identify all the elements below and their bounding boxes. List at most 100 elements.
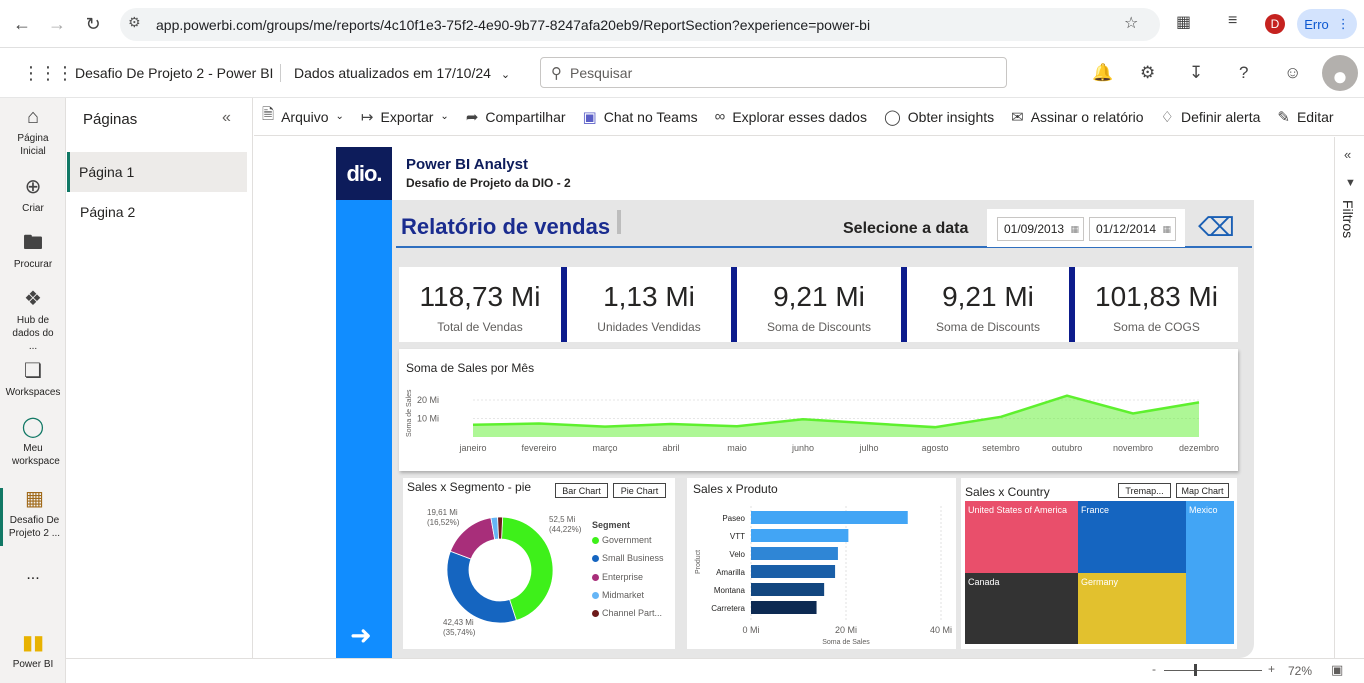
kpi-card: 9,21 Mi Soma de Discounts [737, 267, 907, 342]
set-alert-button[interactable]: ♢ Definir alerta [1161, 108, 1261, 126]
filter-funnel-icon: ▼ [1345, 177, 1356, 189]
sales-by-segment-card[interactable]: Sales x Segmento - pie Bar Chart Pie Cha… [403, 478, 675, 649]
power-bi-logo-icon: ▮▮ [21, 632, 44, 654]
rail-item-browse[interactable]: 🖿 Procurar [0, 232, 66, 271]
rail-item-my-workspace[interactable]: ◯ Meu workspace [0, 416, 66, 468]
filters-label[interactable]: Filtros [1340, 200, 1356, 238]
get-insights-button[interactable]: ◯ Obter insights [884, 108, 994, 126]
data-label: 42,43 Mi [443, 618, 474, 627]
treemap-button[interactable]: Tremap... [1118, 483, 1171, 498]
kpi-value: 101,83 Mi [1095, 281, 1218, 312]
chevron-down-icon: ⌄ [440, 111, 449, 122]
rail-item-report[interactable]: ▦ Desafio De Projeto 2 ... [0, 488, 66, 546]
start-date-input[interactable]: 01/09/2013 ▦ [997, 217, 1084, 241]
toolbar-label: Compartilhar [485, 108, 566, 125]
profile-avatar[interactable]: D [1265, 14, 1285, 34]
legend-item: Government [592, 535, 652, 545]
y-tick-label: VTT [730, 532, 745, 541]
report-name[interactable]: Desafio De Projeto 2 - Power BI [75, 65, 273, 81]
search-input[interactable]: ⚲ Pesquisar [540, 57, 1007, 88]
rail-item-create[interactable]: ⊕ Criar [0, 176, 66, 215]
rail-item-label: Hub de dados do ... [12, 315, 54, 352]
forward-icon[interactable]: → [43, 10, 71, 38]
rail-item-label: Procurar [13, 259, 53, 270]
data-label: 19,61 Mi [427, 508, 458, 517]
zoom-out-button[interactable]: - [1152, 662, 1156, 676]
treemap-tile-france[interactable]: France [1078, 501, 1186, 573]
site-settings-icon[interactable]: ⚙ [128, 14, 141, 31]
file-menu-button[interactable]: 🗎 Arquivo ⌄ [262, 104, 344, 129]
kpi-value: 9,21 Mi [942, 281, 1034, 312]
x-tick-label: março [592, 443, 617, 453]
expand-filters-icon[interactable]: « [1344, 147, 1351, 162]
x-tick-label: 40 Mi [930, 625, 952, 635]
reading-list-icon[interactable]: ≡ [1228, 12, 1237, 30]
pie-slice [497, 516, 504, 540]
legend-dot [592, 609, 599, 617]
eraser-icon[interactable]: ⌫ [1198, 212, 1235, 243]
extensions-icon[interactable]: ▦ [1176, 12, 1191, 32]
person-icon: ◯ [21, 416, 45, 438]
x-tick-label: 20 Mi [835, 625, 857, 635]
feedback-icon[interactable]: ☺ [1284, 63, 1301, 83]
address-bar[interactable]: app.powerbi.com/groups/me/reports/4c10f1… [120, 8, 1160, 41]
zoom-level: 72% [1288, 664, 1313, 678]
treemap-tile-canada[interactable]: Canada [965, 573, 1078, 644]
arrow-right-icon[interactable]: ➜ [350, 620, 372, 651]
download-icon[interactable]: ↧ [1189, 63, 1203, 83]
edit-button[interactable]: ✎ Editar [1277, 108, 1333, 126]
kpi-label: Soma de COGS [1113, 320, 1200, 334]
legend-label: Midmarket [602, 590, 645, 600]
legend-title: Segment [592, 520, 631, 530]
end-date-input[interactable]: 01/12/2014 ▦ [1089, 217, 1176, 241]
rail-item-home[interactable]: ⌂ Página Inicial [0, 106, 66, 158]
kpi-card: 118,73 Mi Total de Vendas [399, 267, 567, 342]
map-chart-button[interactable]: Map Chart [1176, 483, 1229, 498]
more-icon[interactable]: ... [0, 567, 66, 583]
treemap-tile-mexico[interactable]: Mexico [1186, 501, 1234, 644]
share-button[interactable]: ➦ Compartilhar [466, 108, 566, 126]
zoom-slider-track[interactable] [1164, 670, 1262, 671]
lightbulb-icon: ◯ [883, 108, 901, 126]
settings-icon[interactable]: ⚙ [1140, 63, 1155, 83]
help-icon[interactable]: ? [1239, 63, 1248, 83]
reload-icon[interactable]: ↻ [79, 10, 107, 38]
x-tick-label: dezembro [1179, 443, 1219, 453]
zoom-slider-thumb[interactable] [1194, 664, 1197, 676]
page-item[interactable]: Página 2 [67, 192, 247, 232]
tile-label: Germany [1081, 577, 1119, 587]
toolbar-label: Assinar o relatório [1030, 108, 1144, 125]
sales-by-country-card[interactable]: Sales x Country Tremap... Map Chart Unit… [961, 478, 1237, 649]
rail-item-workspaces[interactable]: ❏ Workspaces [0, 360, 66, 399]
back-icon[interactable]: ← [8, 10, 36, 38]
data-updated-dropdown[interactable]: Dados atualizados em 17/10/24 ⌄ [294, 65, 510, 81]
subscribe-icon: ✉ [1011, 108, 1024, 126]
header-divider [280, 64, 281, 82]
app-launcher-icon[interactable]: ⋮⋮⋮ [22, 63, 74, 84]
data-label-pct: (16,52%) [427, 518, 460, 527]
explore-data-button[interactable]: ∞ Explorar esses dados [715, 108, 867, 125]
export-menu-button[interactable]: ↦ Exportar ⌄ [361, 108, 449, 126]
rail-item-data-hub[interactable]: ❖ Hub de dados do ... [0, 288, 66, 353]
page-item[interactable]: Página 1 [67, 152, 247, 192]
rail-item-label: Workspaces [5, 387, 61, 398]
bookmark-star-icon[interactable]: ☆ [1124, 13, 1138, 33]
teams-chat-button[interactable]: ▣ Chat no Teams [583, 108, 698, 126]
user-avatar[interactable]: ● [1322, 55, 1358, 91]
fit-to-page-icon[interactable]: ▣ [1331, 662, 1343, 678]
sales-by-product-card[interactable]: Sales x Produto 0 Mi 20 Mi 40 Mi Paseo VTT Ve… [687, 478, 956, 649]
treemap-tile-germany[interactable]: Germany [1078, 573, 1186, 644]
power-bi-brand[interactable]: ▮▮ Power BI [0, 632, 66, 671]
zoom-in-button[interactable]: + [1268, 662, 1275, 676]
subscribe-button[interactable]: ✉ Assinar o relatório [1011, 108, 1143, 126]
more-vert-icon: ⋮ [1336, 16, 1350, 31]
collapse-pane-icon[interactable]: « [222, 109, 231, 127]
error-chip-button[interactable]: Erro ⋮ [1297, 9, 1357, 39]
share-icon: ➦ [465, 108, 479, 126]
sales-by-month-card[interactable]: Soma de Sales por Mês 10 Mi 20 Mi Soma de … [399, 349, 1238, 471]
x-tick-label: novembro [1113, 443, 1153, 453]
legend-dot [592, 591, 599, 599]
x-tick-label: agosto [921, 443, 948, 453]
notifications-icon[interactable]: 🔔 [1092, 63, 1113, 83]
treemap-tile-usa[interactable]: United States of America [965, 501, 1078, 573]
